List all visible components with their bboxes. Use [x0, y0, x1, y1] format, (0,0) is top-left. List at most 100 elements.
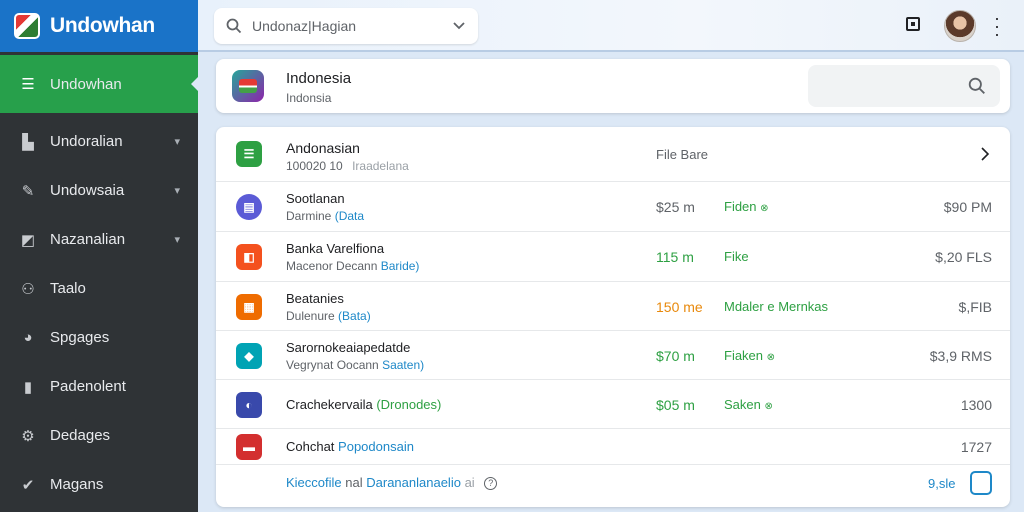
sidebar-item-6[interactable]: ▮ Padenolent — [0, 362, 198, 411]
row-value: 1727 — [960, 439, 992, 455]
sidebar-item-5[interactable]: ◕ Spgages — [0, 313, 198, 362]
global-search[interactable] — [214, 8, 478, 44]
sidebar-item-label: Dedages — [50, 427, 111, 444]
chevron-down-icon[interactable] — [452, 19, 466, 33]
row-tag: Popodonsain — [338, 439, 414, 454]
row-tag: (Dronodes) — [376, 396, 442, 412]
row-icon: ◐ — [236, 391, 262, 418]
footer-link[interactable]: Kieccofile nal Darananlanaelio ai ? — [286, 475, 498, 491]
sidebar-item-label: Nazanalian — [50, 231, 126, 248]
row-tag: (Data — [334, 209, 365, 223]
search-icon — [968, 77, 985, 94]
row-amount: 150 me — [656, 298, 703, 315]
table-row[interactable]: ▤ Sootlanan Darmine (Data $25 m Fiden ⊗ $90 P… — [216, 182, 1010, 232]
avatar[interactable] — [944, 10, 976, 42]
app-logo — [14, 13, 40, 39]
search-input[interactable] — [252, 18, 442, 34]
row-title: Crachekervaila (Dronodes) — [286, 396, 442, 412]
users-icon: ⚇ — [21, 280, 35, 298]
sidebar-nav: ☰ Undowhan ▙ Undoralian ▾ ✎ Undowsaia ▾ ◩ Nazanal… — [0, 55, 198, 509]
row-title: Banka Varelfiona — [286, 241, 385, 256]
footer-value: 9,sle — [928, 476, 956, 491]
header-card: Indonesia Indonsia — [216, 59, 1010, 113]
row-tag: Baride) — [380, 259, 420, 273]
status-icon: ⊗ — [760, 203, 769, 214]
chat-icon: ◕ — [23, 329, 33, 346]
footer-link-a[interactable]: Kieccofile — [286, 475, 342, 490]
search-icon — [226, 18, 242, 34]
row-title: Cohchat Popodonsain — [286, 439, 414, 454]
table-row[interactable]: ◐ Crachekervaila (Dronodes) $05 m Saken ⊗ 13… — [216, 380, 1010, 429]
check-circle-icon: ✔ — [21, 476, 35, 494]
row-status: Fiden ⊗ — [724, 199, 769, 214]
sidebar-item-3[interactable]: ◩ Nazanalian ▾ — [0, 215, 198, 264]
page-title: Indonesia — [286, 70, 352, 87]
row-subtitle: Dulenure (Bata) — [286, 308, 371, 323]
list-head-title: Andonasian — [286, 140, 360, 156]
image-icon: ◩ — [20, 231, 36, 249]
column-label: File Bare — [656, 147, 709, 162]
sidebar: Undowhan ☰ Undowhan ▙ Undoralian ▾ ✎ Undowsaia… — [0, 0, 198, 512]
sidebar-item-label: Undowhan — [50, 75, 122, 93]
brand[interactable]: Undowhan — [0, 0, 198, 52]
sidebar-item-label: Undoralian — [50, 133, 123, 150]
app-title: Undowhan — [50, 14, 155, 37]
bar-chart-icon: ▮ — [23, 378, 33, 396]
row-status: Fiaken ⊗ — [724, 347, 776, 363]
row-icon: ◆ — [236, 342, 262, 369]
help-icon[interactable]: ? — [484, 477, 498, 491]
sidebar-item-label: Undowsaia — [50, 182, 125, 199]
list-footer: Kieccofile nal Darananlanaelio ai ? 9,sl… — [216, 465, 1010, 503]
row-subtitle: Vegrynat Oocann Saaten) — [286, 357, 425, 372]
row-amount: $05 m — [656, 396, 695, 413]
row-value: $3,9 RMS — [929, 347, 992, 364]
tool-icon: ✎ — [21, 182, 35, 200]
briefcase-icon: ▙ — [22, 133, 34, 151]
sidebar-item-label: Magans — [50, 476, 104, 493]
row-icon: ◧ — [236, 244, 262, 270]
sidebar-item-label: Padenolent — [50, 378, 126, 395]
footer-toggle-button[interactable] — [970, 471, 992, 495]
list-head-row[interactable]: ☰ Andonasian 100020 10 Iraadelana File B… — [216, 127, 1010, 182]
row-icon: ▦ — [236, 293, 262, 320]
row-title: Sarornokeaiapedatde — [286, 339, 411, 355]
row-value: $,20 FLS — [935, 249, 992, 265]
footer-link-tail: ai — [464, 475, 475, 490]
list-head-code: 100020 10 — [286, 159, 343, 173]
header-search-button[interactable] — [808, 65, 1000, 107]
doc-icon: ☰ — [236, 141, 262, 167]
top-bar: ··· — [198, 0, 1024, 52]
row-icon: ▤ — [236, 194, 262, 220]
window-icon[interactable] — [906, 17, 920, 31]
flag-logo-icon — [232, 70, 264, 102]
sidebar-item-4[interactable]: ⚇ Taalo — [0, 264, 198, 313]
more-vert-icon[interactable]: · · · — [992, 9, 1002, 43]
table-row[interactable]: ▦ Beatanies Dulenure (Bata) 150 me Mdaler e … — [216, 282, 1010, 331]
table-row[interactable]: ◆ Sarornokeaiapedatde Vegrynat Oocann Saat… — [216, 331, 1010, 380]
table-row[interactable]: ▬ Cohchat Popodonsain 1727 — [216, 429, 1010, 465]
row-tag: (Bata) — [338, 308, 371, 323]
footer-link-b[interactable]: Darananlanaelio — [366, 475, 461, 490]
row-status: Fike — [724, 249, 749, 264]
row-status: Saken ⊗ — [724, 396, 773, 412]
gear-icon: ⚙ — [21, 427, 35, 445]
sidebar-item-8[interactable]: ✔ Magans — [0, 460, 198, 509]
row-amount: 115 m — [656, 249, 694, 265]
status-icon: ⊗ — [766, 351, 776, 363]
sidebar-item-7[interactable]: ⚙ Dedages — [0, 411, 198, 460]
chevron-right-icon[interactable] — [980, 147, 990, 161]
chevron-down-icon[interactable]: ▾ — [174, 233, 180, 246]
row-tag: Saaten) — [382, 357, 425, 372]
sidebar-item-0[interactable]: ☰ Undowhan — [0, 55, 198, 113]
chevron-down-icon[interactable]: ▾ — [174, 135, 180, 148]
active-indicator — [191, 77, 198, 91]
row-subtitle: Darmine (Data — [286, 209, 365, 223]
status-icon: ⊗ — [764, 400, 773, 412]
table-row[interactable]: ◧ Banka Varelfiona Macenor Decann Baride) 1… — [216, 232, 1010, 282]
row-icon: ▬ — [236, 434, 262, 460]
sidebar-item-1[interactable]: ▙ Undoralian ▾ — [0, 117, 198, 166]
page-subtitle: Indonsia — [286, 91, 332, 105]
chevron-down-icon[interactable]: ▾ — [174, 184, 180, 197]
sidebar-item-2[interactable]: ✎ Undowsaia ▾ — [0, 166, 198, 215]
list-head-tag: Iraadelana — [352, 159, 409, 173]
